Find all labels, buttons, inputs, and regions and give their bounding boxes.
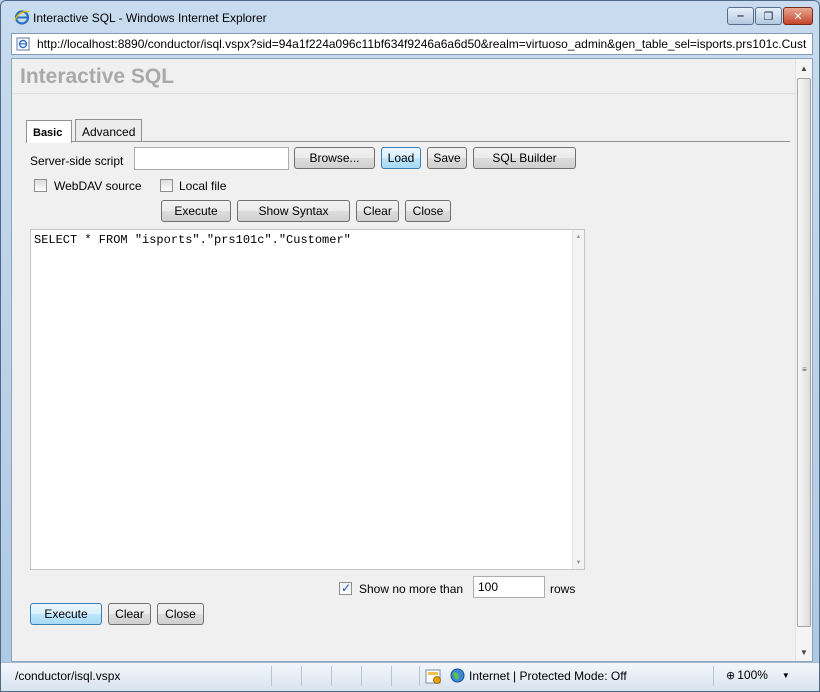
status-divider xyxy=(271,666,272,686)
minimize-icon: ‒ xyxy=(737,10,744,22)
grip-icon: ≡ xyxy=(802,365,807,374)
checkmark-icon: ✓ xyxy=(341,581,352,595)
close-window-button[interactable]: ✕ xyxy=(783,7,813,25)
zoom-dropdown-icon[interactable]: ▼ xyxy=(782,671,790,680)
status-divider xyxy=(419,666,420,686)
row-limit-label: Show no more than xyxy=(359,582,464,596)
url-text: http://localhost:8890/conductor/isql.vsp… xyxy=(37,37,807,51)
browse-button[interactable]: Browse... xyxy=(294,147,375,169)
browser-window: Interactive SQL - Windows Internet Explo… xyxy=(0,0,820,692)
local-file-label: Local file xyxy=(179,179,227,193)
execute-button-top[interactable]: Execute xyxy=(161,200,231,222)
page-scrollbar[interactable]: ▲ ≡ ▼ xyxy=(795,59,812,661)
status-divider xyxy=(361,666,362,686)
page-scroll-down-icon[interactable]: ▼ xyxy=(796,644,812,660)
tab-advanced[interactable]: Advanced xyxy=(75,119,142,141)
close-button-top[interactable]: Close xyxy=(405,200,451,222)
row-limit-input[interactable]: 100 xyxy=(473,576,545,598)
globe-icon xyxy=(450,668,465,683)
status-bar: /conductor/isql.vspx Internet | Protecte… xyxy=(1,662,819,691)
sql-textarea[interactable]: SELECT * FROM "isports"."prs101c"."Custo… xyxy=(30,229,585,570)
maximize-icon: ❐ xyxy=(763,10,774,23)
close-button-bottom[interactable]: Close xyxy=(157,603,204,625)
show-syntax-button[interactable]: Show Syntax xyxy=(237,200,350,222)
zoom-level: 100% xyxy=(737,668,768,682)
scroll-down-icon[interactable]: ▼ xyxy=(573,557,584,568)
security-report-icon[interactable] xyxy=(425,668,442,685)
local-file-checkbox[interactable] xyxy=(160,179,173,192)
close-icon: ✕ xyxy=(793,10,803,23)
isql-page: Interactive SQL Advanced Basic Server-si… xyxy=(12,59,797,661)
tab-basic[interactable]: Basic xyxy=(26,120,72,143)
title-bar[interactable]: Interactive SQL - Windows Internet Explo… xyxy=(1,1,819,33)
ie-logo-icon xyxy=(14,10,30,25)
address-bar[interactable]: http://localhost:8890/conductor/isql.vsp… xyxy=(11,33,813,55)
textarea-scrollbar[interactable]: ▲ ▼ xyxy=(572,230,584,569)
zone-text: Internet | Protected Mode: Off xyxy=(469,668,627,683)
page-title: Interactive SQL xyxy=(20,65,175,88)
rows-suffix-label: rows xyxy=(550,582,576,596)
clear-button-bottom[interactable]: Clear xyxy=(108,603,151,625)
page-viewport: Interactive SQL Advanced Basic Server-si… xyxy=(11,58,813,662)
status-divider xyxy=(331,666,332,686)
save-button[interactable]: Save xyxy=(427,147,467,169)
scroll-thumb[interactable]: ≡ xyxy=(797,78,811,627)
window-controls: ‒ ❐ ✕ xyxy=(726,7,813,25)
sql-text: SELECT * FROM "isports"."prs101c"."Custo… xyxy=(34,233,351,247)
load-button[interactable]: Load xyxy=(381,147,421,169)
page-icon xyxy=(16,37,30,51)
security-zone[interactable]: Internet | Protected Mode: Off xyxy=(450,668,627,683)
server-script-label: Server-side script xyxy=(30,154,124,168)
page-scroll-up-icon[interactable]: ▲ xyxy=(796,60,812,76)
minimize-button[interactable]: ‒ xyxy=(727,7,754,25)
status-divider xyxy=(301,666,302,686)
row-limit-checkbox[interactable]: ✓ xyxy=(339,581,352,595)
clear-button-top[interactable]: Clear xyxy=(356,200,399,222)
status-divider xyxy=(713,666,714,686)
webdav-source-checkbox[interactable] xyxy=(34,179,47,192)
status-divider xyxy=(391,666,392,686)
zoom-control[interactable]: ⊕ 100% ▼ xyxy=(726,668,790,682)
webdav-source-label: WebDAV source xyxy=(54,179,142,193)
window-title: Interactive SQL - Windows Internet Explo… xyxy=(33,11,267,25)
scroll-up-icon[interactable]: ▲ xyxy=(573,231,584,242)
server-script-input[interactable] xyxy=(134,147,289,170)
header-divider xyxy=(12,93,797,94)
status-path: /conductor/isql.vspx xyxy=(15,669,121,683)
magnifier-icon: ⊕ xyxy=(726,669,736,682)
execute-button-bottom[interactable]: Execute xyxy=(30,603,102,625)
sql-builder-button[interactable]: SQL Builder xyxy=(473,147,576,169)
maximize-button[interactable]: ❐ xyxy=(755,7,782,25)
